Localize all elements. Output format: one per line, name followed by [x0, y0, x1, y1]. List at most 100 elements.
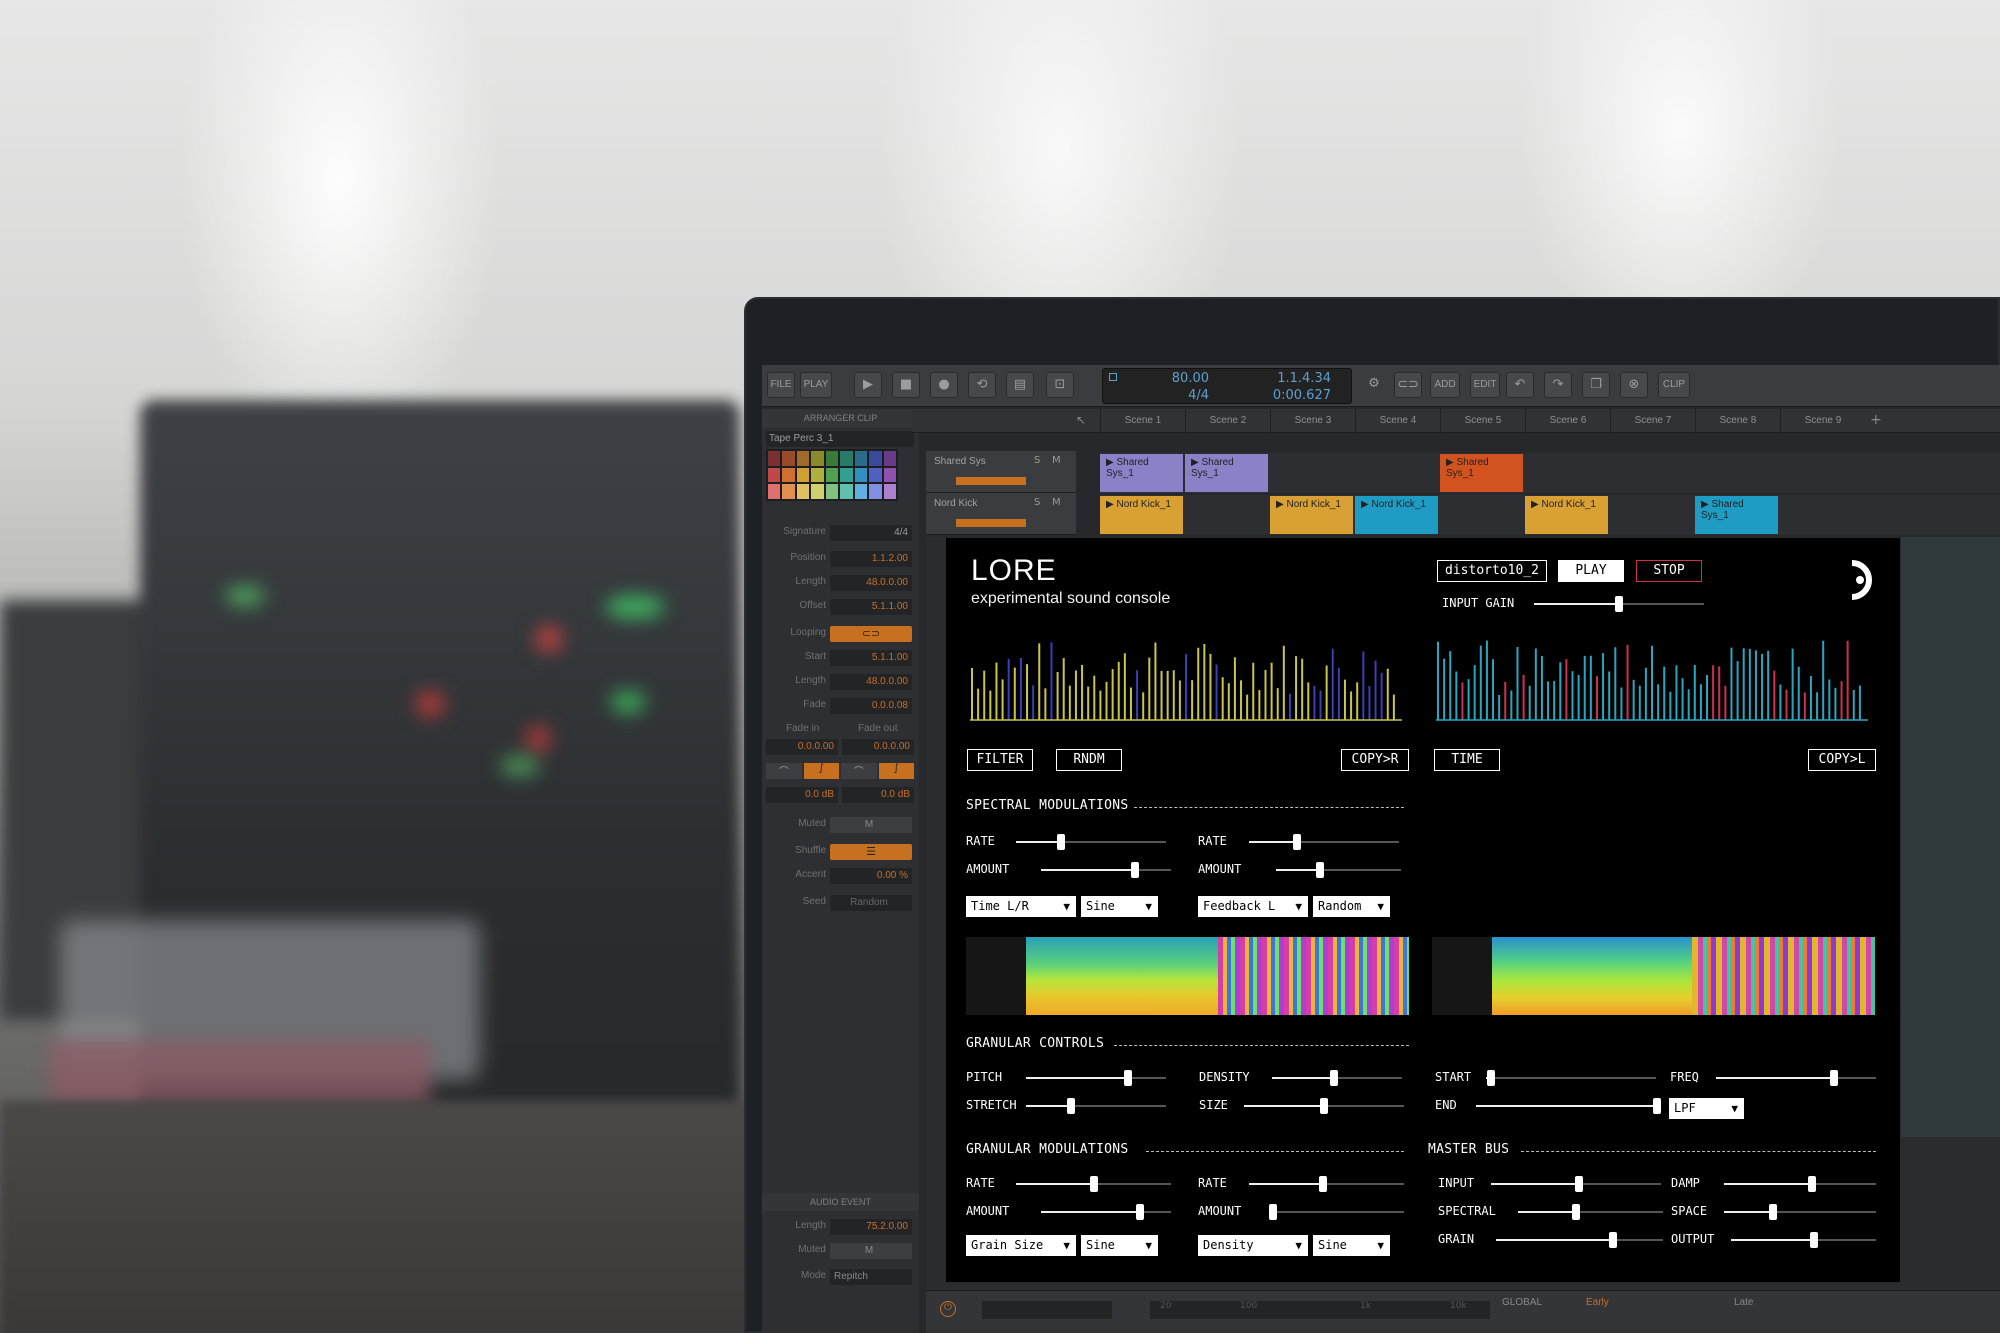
slider-thumb[interactable]: [1315, 862, 1324, 878]
volume-fader[interactable]: [956, 519, 1026, 527]
slider-thumb[interactable]: [1653, 1098, 1662, 1114]
input-slider[interactable]: [1491, 1176, 1661, 1192]
spectral-rate-slider[interactable]: [1016, 834, 1166, 850]
play-button[interactable]: PLAY: [1558, 560, 1624, 582]
fade-in-field[interactable]: 0.0.0.00: [766, 739, 838, 755]
gran-shape-r-select[interactable]: Sine ▼: [1313, 1235, 1390, 1256]
clip-slot[interactable]: ▶ Shared Sys_1: [1440, 454, 1523, 492]
scene-3[interactable]: Scene 3: [1270, 409, 1355, 433]
solo-button[interactable]: S: [1034, 455, 1040, 466]
length-field[interactable]: 48.0.0.00: [830, 575, 912, 591]
spectral-rate-r-slider[interactable]: [1249, 834, 1399, 850]
edit-button[interactable]: EDIT: [1470, 372, 1500, 398]
gran-amount-slider[interactable]: [1041, 1204, 1171, 1220]
clip-slot[interactable]: ▶ Shared Sys_1: [1185, 454, 1268, 492]
color-swatch[interactable]: [768, 484, 781, 499]
color-swatch[interactable]: [811, 467, 824, 483]
spectral-target-select[interactable]: Time L/R ▼: [966, 896, 1076, 917]
slider-thumb[interactable]: [1124, 1070, 1133, 1086]
gran-rate-r-slider[interactable]: [1249, 1176, 1404, 1192]
slider-thumb[interactable]: [1057, 834, 1065, 850]
color-swatch[interactable]: [883, 484, 896, 499]
clip-slot[interactable]: ▶ Shared Sys_1: [1695, 496, 1778, 534]
spectral-shape-select[interactable]: Sine ▼: [1081, 896, 1158, 917]
fade-out-field[interactable]: 0.0.0.00: [842, 739, 914, 755]
color-swatch[interactable]: [869, 451, 882, 466]
eq-display[interactable]: 20 100 1k 10k: [1150, 1301, 1490, 1319]
redo-icon[interactable]: ↷: [1544, 372, 1572, 398]
damp-slider[interactable]: [1724, 1176, 1876, 1192]
mute-button[interactable]: M: [1052, 497, 1061, 508]
clip-slot[interactable]: ▶ Shared Sys_1: [1100, 454, 1183, 492]
clip-slot[interactable]: ▶ Nord Kick_1: [1100, 496, 1183, 534]
slider-thumb[interactable]: [1066, 1098, 1075, 1114]
fade-curve-icon[interactable]: ∫: [803, 763, 839, 779]
spectral-slider[interactable]: [1518, 1204, 1663, 1220]
fade-curve-icon[interactable]: ⌒: [841, 763, 877, 779]
grain-slider[interactable]: [1496, 1232, 1663, 1248]
color-swatch[interactable]: [825, 451, 839, 466]
preset-field[interactable]: distorto10_2: [1437, 560, 1547, 582]
slider-thumb[interactable]: [1575, 1176, 1584, 1192]
record-icon[interactable]: ●: [930, 372, 958, 398]
filter-type-select[interactable]: LPF ▼: [1669, 1098, 1744, 1119]
position-value[interactable]: 1.1.4.34: [1231, 371, 1331, 386]
time-value[interactable]: 0:00.627: [1231, 388, 1331, 403]
filter-button[interactable]: FILTER: [967, 749, 1033, 771]
gran-rate-slider[interactable]: [1016, 1176, 1171, 1192]
slider-thumb[interactable]: [1768, 1204, 1777, 1220]
color-palette[interactable]: [766, 449, 898, 501]
color-swatch[interactable]: [854, 484, 868, 499]
color-swatch[interactable]: [854, 451, 868, 466]
clip-slot[interactable]: ▶ Nord Kick_1: [1270, 496, 1353, 534]
track-shared-sys[interactable]: Shared Sys S M: [926, 451, 1076, 493]
slider-thumb[interactable]: [1808, 1176, 1817, 1192]
play-icon[interactable]: ▶: [854, 372, 882, 398]
loop-icon[interactable]: ⊂⊃: [1394, 372, 1422, 398]
seed-field[interactable]: Random: [830, 895, 912, 911]
slider-thumb[interactable]: [1089, 1176, 1098, 1192]
slider-thumb[interactable]: [1330, 1070, 1339, 1086]
looping-toggle[interactable]: ⊂⊃: [830, 626, 912, 642]
signature-value[interactable]: 4/4: [1143, 388, 1209, 403]
pitch-slider[interactable]: [1026, 1070, 1166, 1086]
gran-amount-r-slider[interactable]: [1269, 1204, 1404, 1220]
spectral-amount-r-slider[interactable]: [1276, 862, 1401, 878]
color-swatch[interactable]: [796, 484, 810, 499]
output-slider[interactable]: [1731, 1232, 1876, 1248]
color-swatch[interactable]: [825, 484, 839, 499]
slider-thumb[interactable]: [1615, 596, 1623, 612]
ae-muted-toggle[interactable]: M: [830, 1243, 912, 1259]
clip-button[interactable]: CLIP: [1658, 372, 1690, 398]
clip-slot[interactable]: ▶ Nord Kick_1: [1525, 496, 1608, 534]
end-slider[interactable]: [1476, 1098, 1662, 1114]
copy-left-button[interactable]: COPY>L: [1808, 749, 1876, 771]
input-gain-slider[interactable]: [1534, 596, 1704, 612]
scene-1[interactable]: Scene 1: [1100, 409, 1185, 433]
add-scene-icon[interactable]: +: [1870, 412, 1882, 428]
accent-field[interactable]: 0.00 %: [830, 868, 912, 884]
size-slider[interactable]: [1244, 1098, 1404, 1114]
slider-thumb[interactable]: [1572, 1204, 1580, 1220]
metronome-icon[interactable]: ⊡: [1046, 372, 1074, 398]
play-menu-button[interactable]: PLAY: [800, 372, 832, 398]
fade-curve-icon[interactable]: ⌒: [766, 763, 802, 779]
color-swatch[interactable]: [840, 451, 853, 466]
color-swatch[interactable]: [782, 484, 795, 499]
stop-button[interactable]: STOP: [1636, 560, 1702, 582]
slider-thumb[interactable]: [1293, 834, 1301, 850]
muted-toggle[interactable]: M: [830, 817, 912, 833]
copy-icon[interactable]: ❐: [1582, 372, 1610, 398]
right-waveform[interactable]: [1432, 638, 1872, 738]
scene-7[interactable]: Scene 7: [1610, 409, 1695, 433]
color-swatch[interactable]: [854, 467, 868, 483]
copy-right-button[interactable]: COPY>R: [1341, 749, 1409, 771]
slider-thumb[interactable]: [1608, 1232, 1617, 1248]
spectral-target-r-select[interactable]: Feedback L ▼: [1198, 896, 1308, 917]
pointer-tool-icon[interactable]: ↖: [1076, 413, 1086, 427]
shuffle-toggle[interactable]: ☰: [830, 844, 912, 860]
slider-thumb[interactable]: [1320, 1098, 1328, 1114]
color-swatch[interactable]: [840, 484, 853, 499]
rndm-button[interactable]: RNDM: [1056, 749, 1122, 771]
right-spectrogram[interactable]: [1492, 937, 1875, 1015]
